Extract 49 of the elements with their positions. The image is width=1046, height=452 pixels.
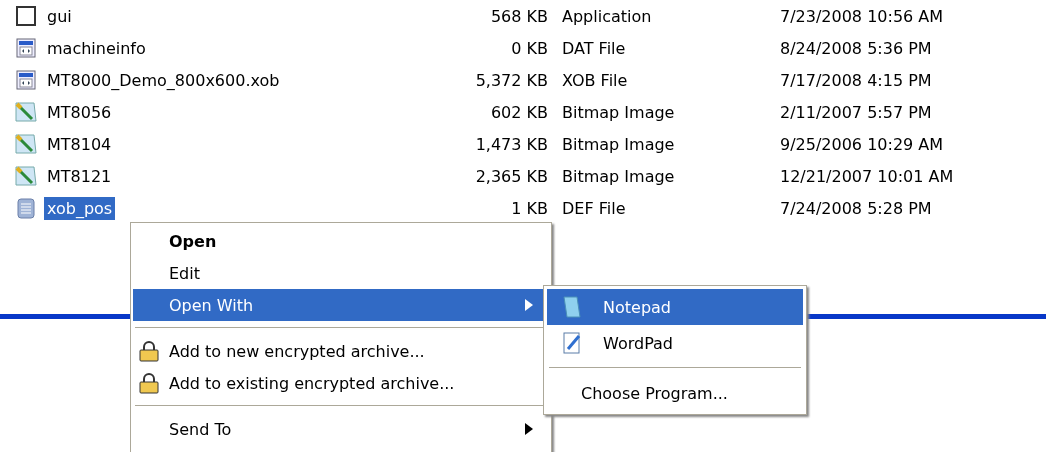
file-name[interactable]: gui (44, 4, 75, 28)
modified-date: 8/24/2008 5:36 PM (780, 38, 933, 58)
file-type: Application (561, 6, 653, 26)
file-size: 602 KB (489, 102, 548, 122)
file-type: Bitmap Image (561, 102, 676, 122)
file-size: 2,365 KB (474, 166, 548, 186)
file-name[interactable]: machineinfo (44, 36, 149, 60)
menu-item[interactable]: Add to existing encrypted archive... (133, 367, 549, 399)
menu-item[interactable]: Edit (133, 257, 549, 289)
menu-item[interactable]: Send To (133, 413, 549, 445)
file-name[interactable]: MT8000_Demo_800x600.xob (44, 68, 283, 92)
paint-brush-file-icon (15, 133, 37, 155)
paint-brush-file-icon (15, 101, 37, 123)
file-name[interactable]: MT8056 (44, 100, 115, 124)
modified-date: 7/23/2008 10:56 AM (780, 6, 945, 26)
file-type: Bitmap Image (561, 166, 676, 186)
notepad-icon (561, 295, 583, 319)
file-type: DAT File (561, 38, 627, 58)
padlock-icon (138, 372, 160, 394)
modified-date: 9/25/2006 10:29 AM (780, 134, 945, 154)
modified-date: 2/11/2007 5:57 PM (780, 102, 933, 122)
submenu-arrow-icon (525, 423, 533, 435)
menu-item[interactable]: Notepad (547, 289, 803, 325)
padlock-icon (138, 340, 160, 362)
file-name[interactable]: MT8104 (44, 132, 115, 156)
window-file-icon (15, 37, 37, 59)
file-name[interactable]: xob_pos (44, 196, 116, 220)
file-size: 1,473 KB (474, 134, 548, 154)
menu-item[interactable]: Add to new encrypted archive... (133, 335, 549, 367)
file-type: DEF File (561, 198, 627, 218)
file-size: 5,372 KB (474, 70, 548, 90)
notepad-file-icon (15, 197, 37, 219)
file-type: Bitmap Image (561, 134, 676, 154)
modified-date: 7/24/2008 5:28 PM (780, 198, 933, 218)
modified-date: 12/21/2007 10:01 AM (780, 166, 955, 186)
window-file-icon (15, 69, 37, 91)
menu-item[interactable]: Open (133, 225, 549, 257)
file-size: 1 KB (510, 198, 548, 218)
application-icon (15, 5, 37, 27)
submenu-arrow-icon (525, 299, 533, 311)
pencil-page-icon (561, 331, 583, 355)
menu-item[interactable]: Choose Program... (547, 375, 803, 411)
file-type: XOB File (561, 70, 629, 90)
paint-brush-file-icon (15, 165, 37, 187)
file-name[interactable]: MT8121 (44, 164, 115, 188)
file-size: 568 KB (489, 6, 548, 26)
file-size: 0 KB (510, 38, 548, 58)
menu-item[interactable]: WordPad (547, 325, 803, 361)
modified-date: 7/17/2008 4:15 PM (780, 70, 933, 90)
